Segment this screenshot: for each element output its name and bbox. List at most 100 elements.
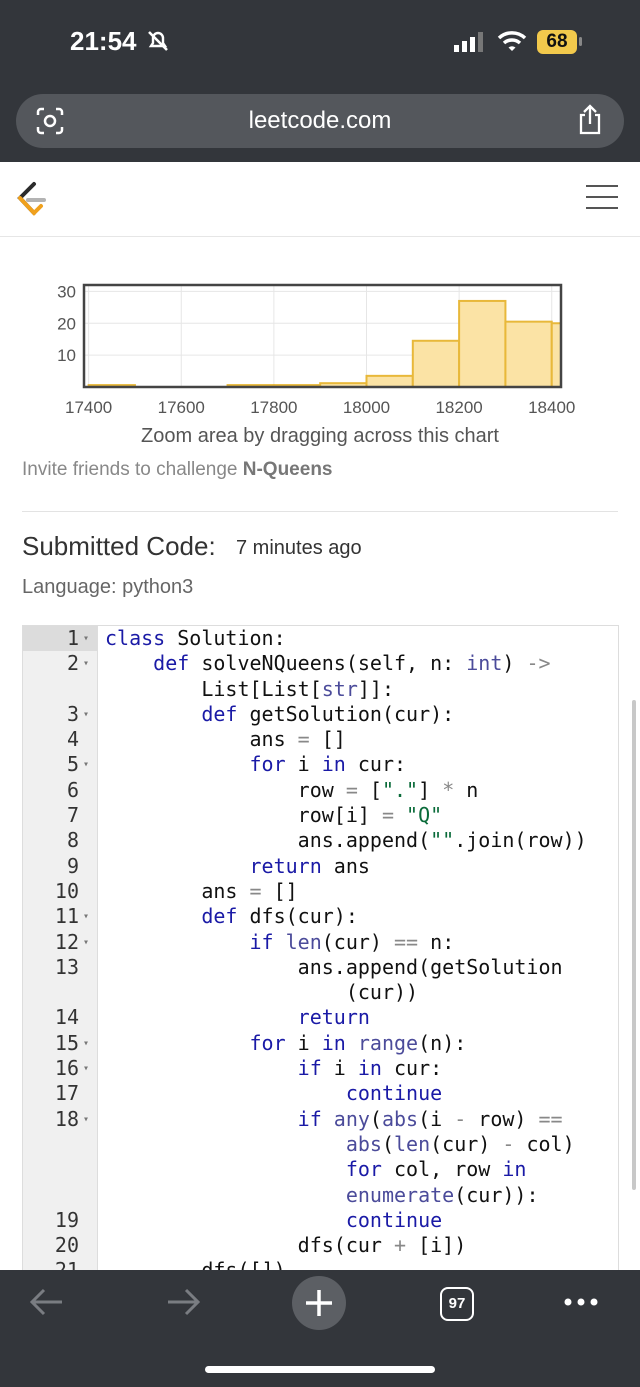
code-line: enumerate(cur)): — [23, 1183, 618, 1208]
code-token: row — [105, 777, 346, 802]
submission-time: 7 minutes ago — [236, 537, 362, 559]
line-number: 8 — [66, 828, 79, 853]
code-token: "" — [430, 828, 455, 853]
invite-friends-text[interactable]: Invite friends to challenge N-Queens — [22, 459, 333, 481]
code-token: [] — [309, 727, 346, 752]
code-text: List[List[str]]: — [105, 677, 394, 702]
code-token: row[i] — [105, 803, 382, 828]
code-token: ]]: — [357, 676, 394, 701]
code-line: 3 ▾ def getSolution(cur): — [23, 702, 618, 727]
forward-arrow-icon[interactable] — [164, 1284, 202, 1320]
code-line: 16 ▾ if i in cur: — [23, 1056, 618, 1081]
line-number: 12 — [54, 929, 79, 954]
leetcode-logo[interactable] — [14, 180, 48, 218]
bell-slash-icon — [148, 31, 168, 51]
code-text: row[i] = "Q" — [105, 803, 443, 828]
code-token: == — [394, 929, 419, 954]
code-line: 18 ▾ if any(abs(i - row) == — [23, 1107, 618, 1132]
code-token: [i]) — [406, 1233, 467, 1258]
y-tick-label: 30 — [57, 282, 76, 301]
tabs-icon[interactable]: 97 — [440, 1287, 474, 1321]
code-token: col) — [514, 1131, 575, 1156]
code-text: class Solution: — [105, 626, 286, 651]
hamburger-menu-icon[interactable] — [586, 184, 618, 210]
code-token: continue — [345, 1207, 443, 1232]
code-token: ans — [321, 853, 370, 878]
fold-toggle-icon[interactable]: ▾ — [83, 752, 89, 777]
code-token: = — [345, 777, 358, 802]
line-number: 3 — [66, 701, 79, 726]
wifi-icon — [497, 31, 527, 51]
runtime-distribution-chart[interactable]: 17400 17600 17800 18000 18200 18400 10 20 30 — [0, 270, 640, 430]
code-token: + — [393, 1233, 407, 1258]
fold-toggle-icon[interactable]: ▾ — [83, 626, 89, 651]
site-header — [0, 162, 640, 237]
code-text: dfs(cur + [i]) — [105, 1233, 467, 1258]
code-token: i — [321, 1056, 358, 1081]
code-token: class — [105, 626, 166, 650]
code-token: abs — [381, 1106, 419, 1131]
chart-hint: Zoom area by dragging across this chart — [141, 425, 499, 447]
code-text: for i in range(n): — [105, 1031, 467, 1056]
histogram-bar — [365, 374, 414, 388]
code-line: List[List[str]]: — [23, 677, 618, 702]
code-text: if i in cur: — [105, 1056, 443, 1081]
code-token: -> — [526, 651, 551, 676]
code-text: continue — [105, 1081, 442, 1106]
fold-toggle-icon[interactable]: ▾ — [83, 1107, 89, 1132]
code-text: def solveNQueens(self, n: int) -> — [105, 651, 551, 676]
code-token: (i — [418, 1106, 455, 1131]
code-token: dfs(cur — [105, 1233, 394, 1258]
code-text: for i in cur: — [105, 752, 407, 777]
share-icon[interactable] — [576, 104, 604, 136]
invite-problem-name[interactable]: N-Queens — [243, 459, 333, 480]
code-line: abs(len(cur) - col) — [23, 1132, 618, 1157]
code-text: ans.append(getSolution — [105, 955, 563, 980]
code-token: getSolution(cur): — [237, 701, 455, 726]
code-text: if len(cur) == n: — [105, 929, 455, 955]
fold-toggle-icon[interactable]: ▾ — [83, 1031, 89, 1056]
line-number: 16 — [54, 1056, 79, 1081]
code-token: * — [442, 777, 455, 802]
back-arrow-icon[interactable] — [28, 1284, 66, 1320]
code-text: return — [105, 1005, 370, 1030]
fold-toggle-icon[interactable]: ▾ — [83, 651, 89, 676]
line-number: 10 — [54, 878, 79, 903]
code-token: List[List[ — [105, 676, 322, 701]
code-token: for — [249, 752, 286, 777]
code-token: in — [502, 1157, 527, 1182]
fold-toggle-icon[interactable]: ▾ — [83, 702, 89, 727]
code-editor[interactable]: 1 ▾ class Solution: 2 ▾ def solveNQueens(sel… — [22, 625, 619, 1272]
code-token: ) — [502, 651, 527, 676]
code-text: ans = [] — [105, 727, 346, 752]
more-icon[interactable] — [563, 1296, 599, 1308]
fold-toggle-icon[interactable]: ▾ — [83, 904, 89, 929]
new-tab-button[interactable] — [292, 1276, 346, 1330]
code-text: enumerate(cur)): — [105, 1183, 539, 1208]
page-scrollbar[interactable] — [632, 700, 636, 1190]
code-line: 20 dfs(cur + [i]) — [23, 1233, 618, 1258]
code-token: return — [297, 1005, 370, 1030]
code-token: col, row — [381, 1157, 503, 1182]
code-token: any — [333, 1106, 370, 1131]
code-line: 1 ▾ class Solution: — [23, 626, 618, 651]
url-bar[interactable]: leetcode.com — [16, 94, 624, 148]
code-text: ans = [] — [105, 879, 297, 904]
home-indicator[interactable] — [205, 1366, 435, 1373]
code-token: = — [297, 727, 310, 752]
line-number: 5 — [66, 752, 79, 777]
code-line: 11 ▾ def dfs(cur): — [23, 904, 618, 929]
fold-toggle-icon[interactable]: ▾ — [83, 930, 89, 955]
status-time: 21:54 — [70, 26, 137, 56]
fold-toggle-icon[interactable]: ▾ — [83, 1056, 89, 1081]
line-number: 4 — [66, 727, 79, 752]
code-token: for — [345, 1157, 382, 1182]
code-line: 2 ▾ def solveNQueens(self, n: int) -> — [23, 651, 618, 676]
